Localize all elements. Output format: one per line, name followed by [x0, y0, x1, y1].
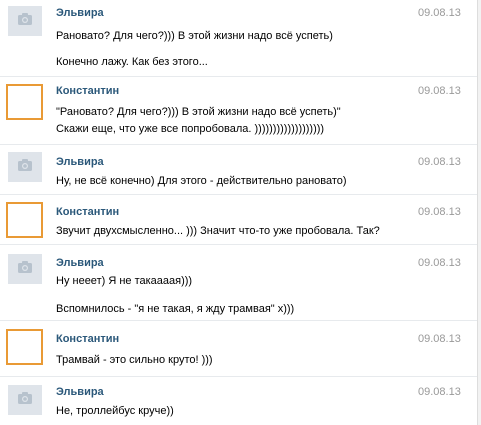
message-text: Ну нееет) Я не такаааая))) [56, 275, 193, 287]
avatar[interactable] [6, 202, 43, 238]
avatar[interactable] [8, 254, 42, 284]
camera-icon [18, 159, 32, 171]
message-text: Звучит двухсмысленно... ))) Значит что-т… [56, 225, 380, 237]
message-date[interactable]: 09.08.13 [418, 257, 461, 269]
message-text: Ну, не всё конечно) Для этого - действит… [56, 175, 347, 187]
message-history: Эльвира 09.08.13 Рановато? Для чего?))) … [0, 0, 481, 425]
avatar[interactable] [6, 84, 43, 120]
author-name[interactable]: Константин [56, 85, 119, 97]
message-text: Вспомнилось - "я не такая, я жду трамвая… [56, 303, 295, 315]
message-item: Эльвира 09.08.13 Ну, не всё конечно) Для… [0, 144, 481, 195]
author-name[interactable]: Эльвира [56, 156, 104, 168]
message-text: Не, троллейбус круче)) [56, 405, 174, 417]
avatar[interactable] [6, 329, 43, 365]
message-item: Эльвира 09.08.13 Рановато? Для чего?))) … [0, 0, 481, 76]
avatar[interactable] [8, 152, 42, 182]
message-text: "Рановато? Для чего?))) В этой жизни над… [56, 106, 341, 118]
author-name[interactable]: Эльвира [56, 7, 104, 19]
message-date[interactable]: 09.08.13 [418, 156, 461, 168]
camera-icon [18, 261, 32, 273]
camera-icon [18, 392, 32, 404]
message-text: Рановато? Для чего?))) В этой жизни надо… [56, 30, 333, 42]
message-text: Трамвай - это сильно круто! ))) [56, 354, 213, 366]
message-item: Константин 09.08.13 "Рановато? Для чего?… [0, 76, 481, 145]
author-name[interactable]: Эльвира [56, 257, 104, 269]
message-date[interactable]: 09.08.13 [418, 333, 461, 345]
message-item: Константин 09.08.13 Трамвай - это сильно… [0, 320, 481, 377]
message-date[interactable]: 09.08.13 [418, 7, 461, 19]
message-text: Скажи еще, что уже все попробовала. ))))… [56, 123, 325, 135]
author-name[interactable]: Константин [56, 333, 119, 345]
message-date[interactable]: 09.08.13 [418, 85, 461, 97]
message-item: Эльвира 09.08.13 Не, троллейбус круче)) [0, 376, 481, 425]
scrollbar[interactable] [477, 0, 481, 425]
message-date[interactable]: 09.08.13 [418, 206, 461, 218]
message-text: Конечно лажу. Как без этого... [56, 56, 208, 68]
avatar[interactable] [8, 6, 42, 36]
avatar[interactable] [8, 385, 42, 415]
author-name[interactable]: Константин [56, 206, 119, 218]
author-name[interactable]: Эльвира [56, 386, 104, 398]
camera-icon [18, 13, 32, 25]
message-item: Эльвира 09.08.13 Ну нееет) Я не такаааая… [0, 244, 481, 321]
message-date[interactable]: 09.08.13 [418, 386, 461, 398]
message-item: Константин 09.08.13 Звучит двухсмысленно… [0, 194, 481, 245]
